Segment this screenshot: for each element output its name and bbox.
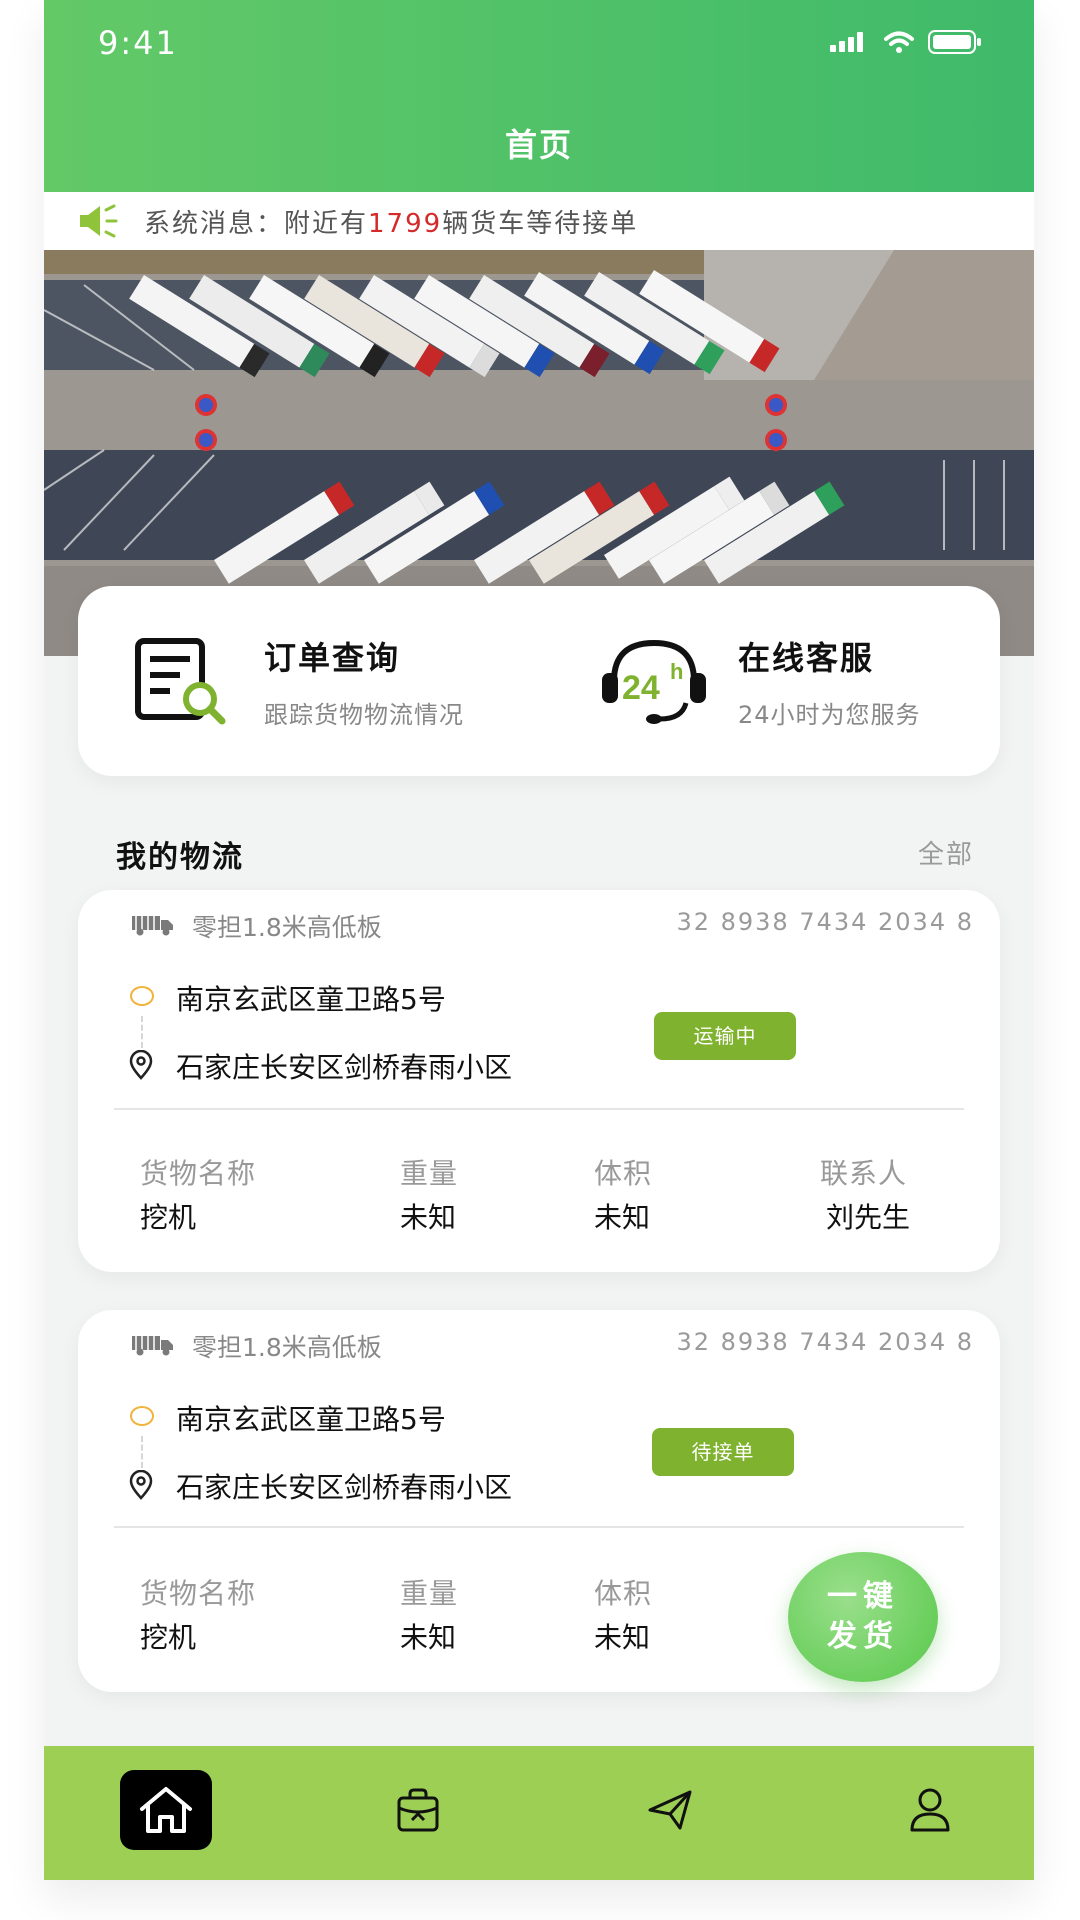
quick-actions-card: 订单查询 跟踪货物物流情况 24 h 在线客服 24小时为您服务 bbox=[78, 586, 1000, 776]
fab-line2: 发货 bbox=[827, 1619, 899, 1654]
shipment-card[interactable]: 零担1.8米高低板 32 8938 7434 2034 8 南京玄武区童卫路5号… bbox=[78, 890, 1000, 1272]
notice-count: 1799 bbox=[368, 208, 443, 239]
shipment-type: 零担1.8米高低板 bbox=[192, 1333, 382, 1362]
origin-dot-icon bbox=[130, 986, 154, 1006]
field-value-volume: 未知 bbox=[594, 1621, 651, 1654]
view-all-link[interactable]: 全部 bbox=[918, 834, 974, 871]
shipment-code: 32 8938 7434 2034 8 bbox=[676, 1328, 974, 1356]
shipment-code: 32 8938 7434 2034 8 bbox=[676, 908, 974, 936]
quick-subtitle-support: 24小时为您服务 bbox=[738, 700, 921, 729]
svg-text:h: h bbox=[670, 659, 683, 684]
quick-ship-button[interactable]: 一键 发货 bbox=[788, 1552, 938, 1682]
route-line bbox=[141, 1016, 143, 1048]
card-divider bbox=[114, 1526, 964, 1528]
destination-address: 石家庄长安区剑桥春雨小区 bbox=[176, 1471, 513, 1504]
notice-prefix: 系统消息：附近有 bbox=[144, 208, 369, 239]
page-title: 首页 bbox=[504, 126, 573, 164]
origin-address: 南京玄武区童卫路5号 bbox=[176, 983, 446, 1016]
truck-icon bbox=[132, 916, 173, 936]
online-support-action[interactable]: 24 h 在线客服 24小时为您服务 bbox=[598, 626, 921, 736]
quick-title-support: 在线客服 bbox=[738, 638, 875, 677]
notice-text: 系统消息：附近有1799辆货车等待接单 bbox=[144, 203, 638, 240]
field-label-weight: 重量 bbox=[400, 1577, 459, 1610]
send-icon bbox=[648, 1790, 692, 1830]
header-bar: 9:41 首页 bbox=[44, 0, 1034, 192]
tab-send[interactable] bbox=[624, 1770, 716, 1850]
bag-icon bbox=[397, 1788, 439, 1832]
field-value-volume: 未知 bbox=[594, 1201, 651, 1234]
status-button[interactable]: 待接单 bbox=[652, 1428, 794, 1476]
field-label-volume: 体积 bbox=[594, 1577, 653, 1610]
bottom-tab-bar bbox=[44, 1746, 1034, 1880]
field-value-weight: 未知 bbox=[400, 1621, 457, 1654]
field-label-goods: 货物名称 bbox=[140, 1577, 257, 1610]
home-icon bbox=[140, 1787, 192, 1833]
notice-suffix: 辆货车等待接单 bbox=[442, 208, 639, 239]
tab-home[interactable] bbox=[120, 1770, 212, 1850]
field-value-weight: 未知 bbox=[400, 1201, 457, 1234]
system-notice[interactable]: 系统消息：附近有1799辆货车等待接单 bbox=[44, 192, 1034, 250]
field-label-weight: 重量 bbox=[400, 1157, 459, 1190]
location-pin-icon bbox=[129, 1050, 153, 1080]
status-icons bbox=[830, 30, 982, 54]
tab-orders[interactable] bbox=[372, 1770, 464, 1850]
wifi-icon bbox=[884, 31, 914, 53]
origin-dot-icon bbox=[130, 1406, 154, 1426]
destination-address: 石家庄长安区剑桥春雨小区 bbox=[176, 1051, 513, 1084]
fab-line1: 一键 bbox=[827, 1579, 899, 1614]
status-time: 9:41 bbox=[98, 24, 178, 62]
status-button[interactable]: 运输中 bbox=[654, 1012, 796, 1060]
svg-text:24: 24 bbox=[622, 669, 660, 707]
route-line bbox=[141, 1436, 143, 1468]
field-value-goods: 挖机 bbox=[140, 1621, 197, 1654]
shipment-type: 零担1.8米高低板 bbox=[192, 913, 382, 942]
tab-profile[interactable] bbox=[884, 1770, 976, 1850]
field-value-goods: 挖机 bbox=[140, 1201, 197, 1234]
order-search-icon bbox=[135, 638, 226, 725]
quick-title-order: 订单查询 bbox=[264, 638, 401, 677]
origin-address: 南京玄武区童卫路5号 bbox=[176, 1403, 446, 1436]
battery-icon bbox=[928, 30, 981, 54]
field-label-goods: 货物名称 bbox=[140, 1157, 257, 1190]
location-pin-icon bbox=[129, 1470, 153, 1500]
order-query-action[interactable]: 订单查询 跟踪货物物流情况 bbox=[134, 626, 464, 736]
section-title: 我的物流 bbox=[116, 840, 244, 875]
field-value-contact: 刘先生 bbox=[826, 1201, 911, 1234]
user-icon bbox=[910, 1788, 950, 1832]
truck-icon bbox=[132, 1336, 173, 1356]
24h-support-icon: 24 h bbox=[602, 639, 706, 724]
signal-icon bbox=[830, 32, 863, 52]
quick-subtitle-order: 跟踪货物物流情况 bbox=[264, 700, 464, 729]
card-divider bbox=[114, 1108, 964, 1110]
speaker-icon bbox=[80, 204, 118, 238]
app-screen: 9:41 首页 系统消息：附近有1799辆货车等待接单 订单查询 跟踪货物物流情… bbox=[44, 0, 1034, 1880]
field-label-volume: 体积 bbox=[594, 1157, 653, 1190]
field-label-contact: 联系人 bbox=[820, 1157, 908, 1190]
